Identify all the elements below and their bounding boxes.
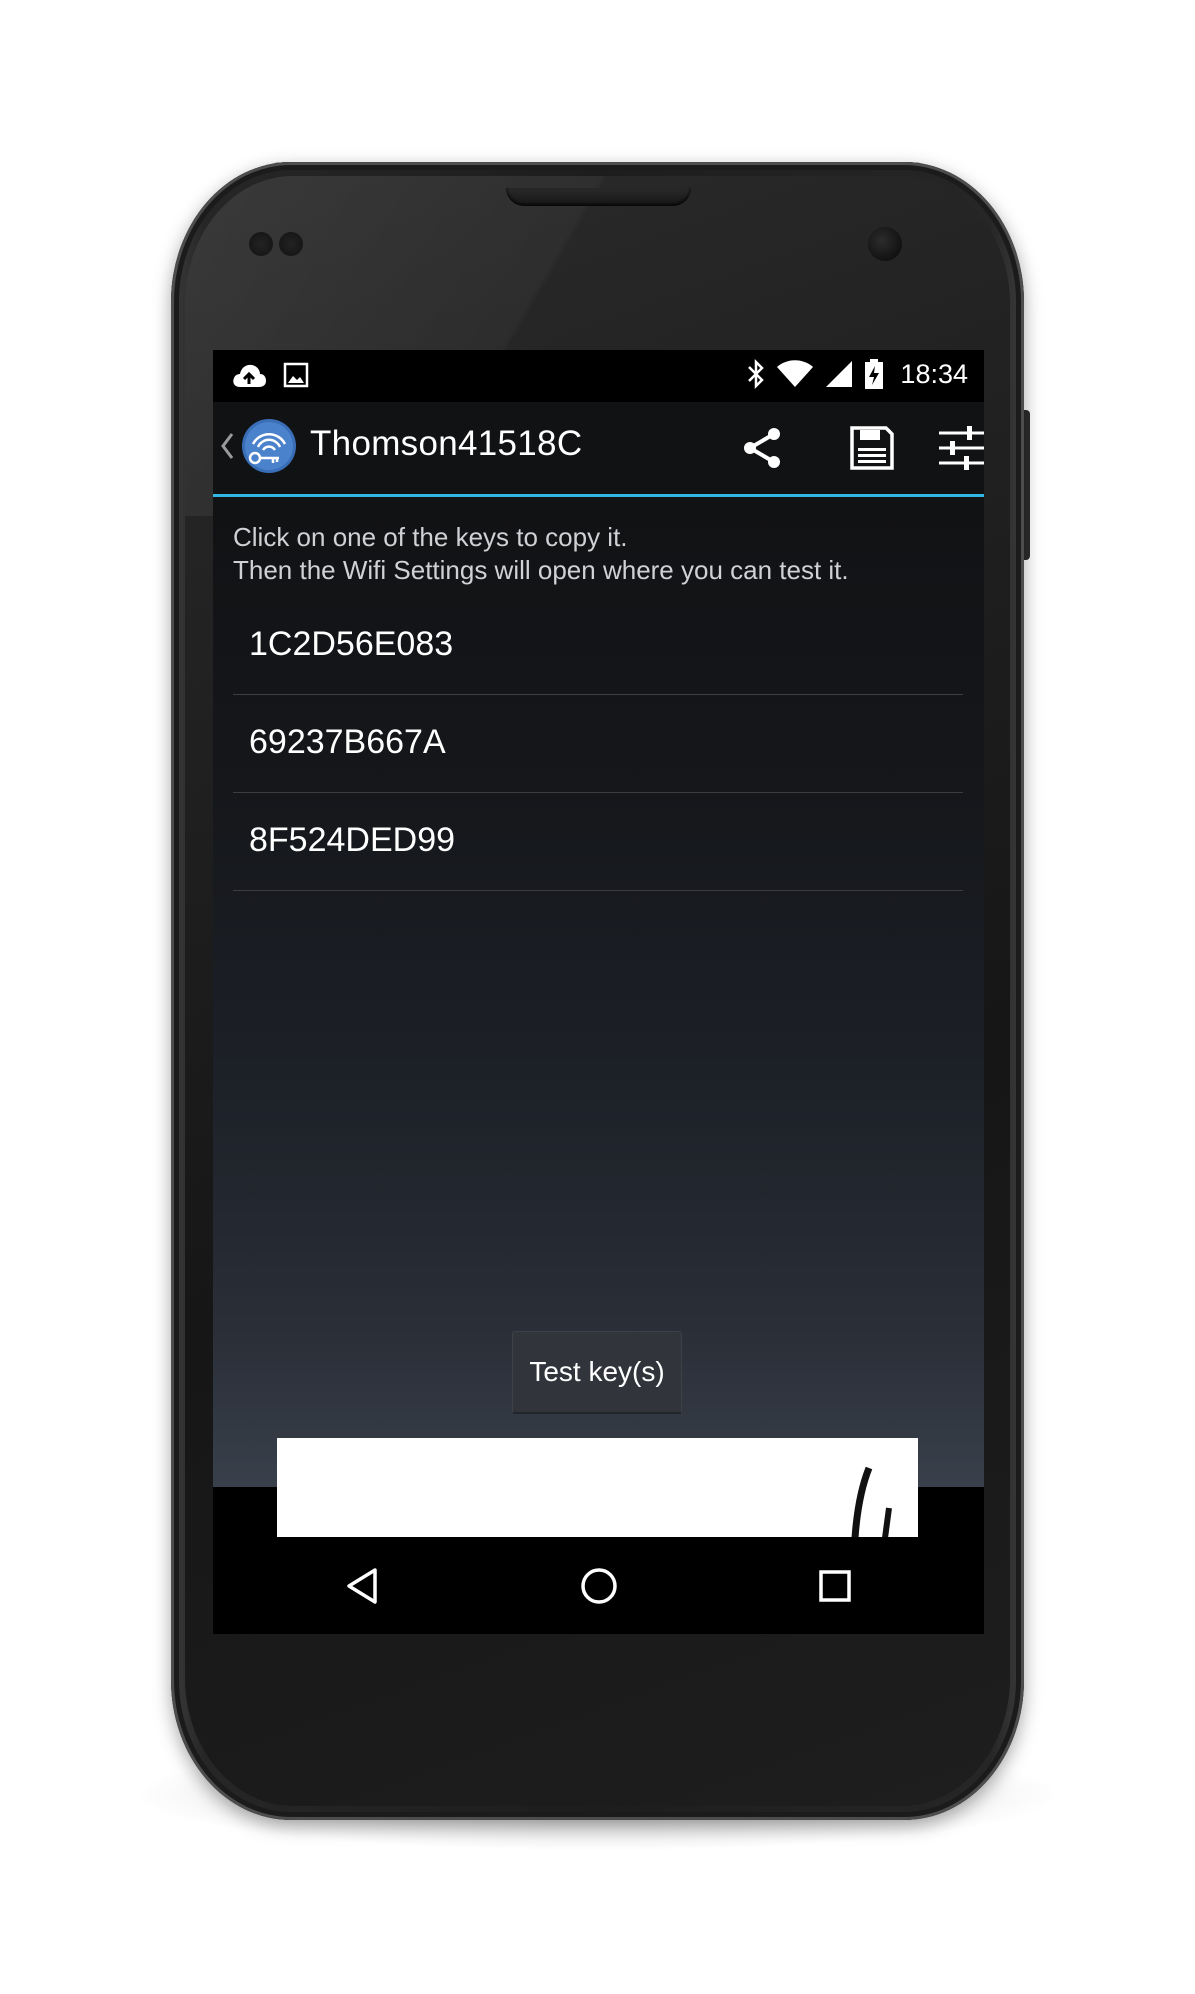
- settings-sliders-icon: [939, 426, 984, 470]
- key-content: Click on one of the keys to copy it. The…: [213, 497, 984, 1487]
- status-bar: 18:34: [213, 350, 984, 402]
- cloud-upload-icon: [233, 364, 266, 387]
- instructions: Click on one of the keys to copy it. The…: [233, 521, 973, 587]
- battery-charging-icon: [865, 359, 884, 389]
- key-list: 1C2D56E083 69237B667A 8F524DED99: [233, 597, 963, 891]
- earpiece-speaker: [506, 188, 691, 206]
- bluetooth-icon: [748, 358, 765, 390]
- status-notifications: [231, 360, 309, 390]
- home-icon: [581, 1568, 617, 1604]
- key-item-3[interactable]: 8F524DED99: [233, 793, 963, 891]
- key-item-1[interactable]: 1C2D56E083: [233, 597, 963, 695]
- screen: 18:34 Thomson41518C Click on one of the …: [213, 350, 984, 1634]
- key-value: 69237B667A: [249, 723, 446, 761]
- image-icon: [283, 362, 309, 388]
- key-item-2[interactable]: 69237B667A: [233, 695, 963, 793]
- front-camera: [868, 227, 902, 261]
- recents-button[interactable]: [800, 1555, 870, 1617]
- instruction-line-2: Then the Wifi Settings will open where y…: [233, 555, 849, 585]
- network-title: Thomson41518C: [310, 424, 583, 463]
- app-logo-icon[interactable]: [241, 418, 297, 474]
- settings-button[interactable]: [922, 412, 984, 484]
- banner-graphic: [851, 1466, 892, 1538]
- status-clock: 18:34: [900, 358, 968, 389]
- test-keys-button[interactable]: Test key(s): [512, 1331, 682, 1414]
- proximity-sensor: [249, 232, 273, 256]
- key-value: 1C2D56E083: [249, 625, 454, 663]
- home-button[interactable]: [564, 1555, 634, 1617]
- key-value: 8F524DED99: [249, 821, 456, 859]
- instruction-line-1: Click on one of the keys to copy it.: [233, 522, 628, 552]
- up-caret-icon[interactable]: [217, 426, 237, 466]
- share-button[interactable]: [722, 412, 802, 484]
- back-icon: [347, 1568, 377, 1604]
- action-bar: Thomson41518C: [213, 402, 984, 497]
- ad-banner[interactable]: [277, 1438, 918, 1538]
- back-button[interactable]: [328, 1555, 398, 1617]
- recents-icon: [819, 1570, 851, 1602]
- wifi-icon: [777, 360, 814, 387]
- save-button[interactable]: [832, 412, 912, 484]
- save-icon: [850, 426, 894, 470]
- share-icon: [744, 428, 780, 468]
- stage: 18:34 Thomson41518C Click on one of the …: [0, 0, 1195, 1994]
- navigation-bar: [213, 1537, 984, 1634]
- cell-signal-icon: [826, 361, 853, 387]
- status-system: 18:34: [746, 358, 968, 390]
- light-sensor: [279, 232, 303, 256]
